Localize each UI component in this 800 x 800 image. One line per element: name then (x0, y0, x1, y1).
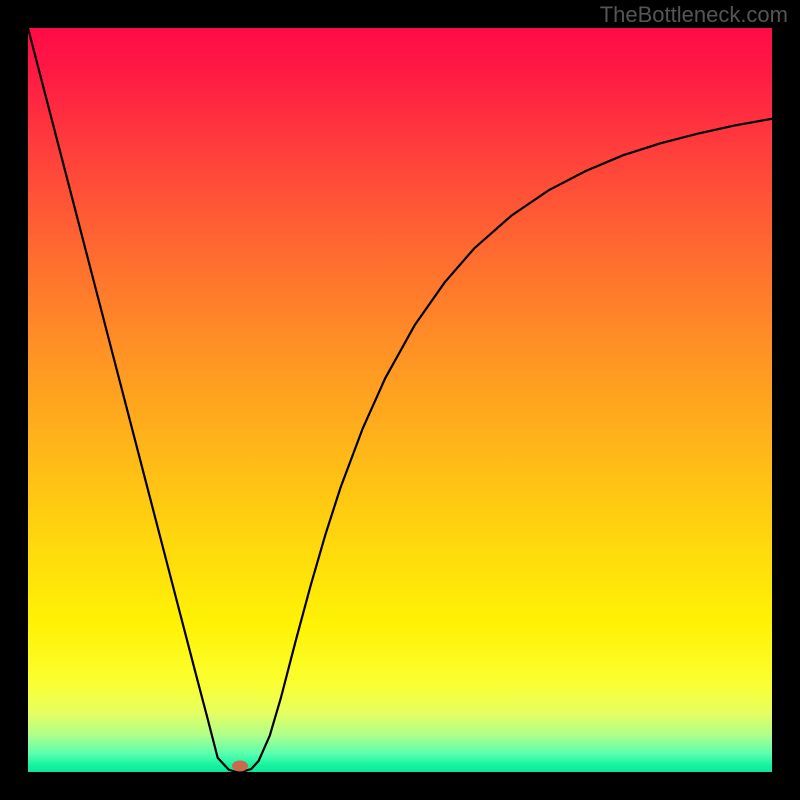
watermark-text: TheBottleneck.com (600, 2, 788, 28)
plot-area (28, 28, 772, 772)
optimum-marker-icon (232, 761, 248, 772)
chart-frame: TheBottleneck.com (0, 0, 800, 800)
bottleneck-curve (28, 28, 772, 772)
